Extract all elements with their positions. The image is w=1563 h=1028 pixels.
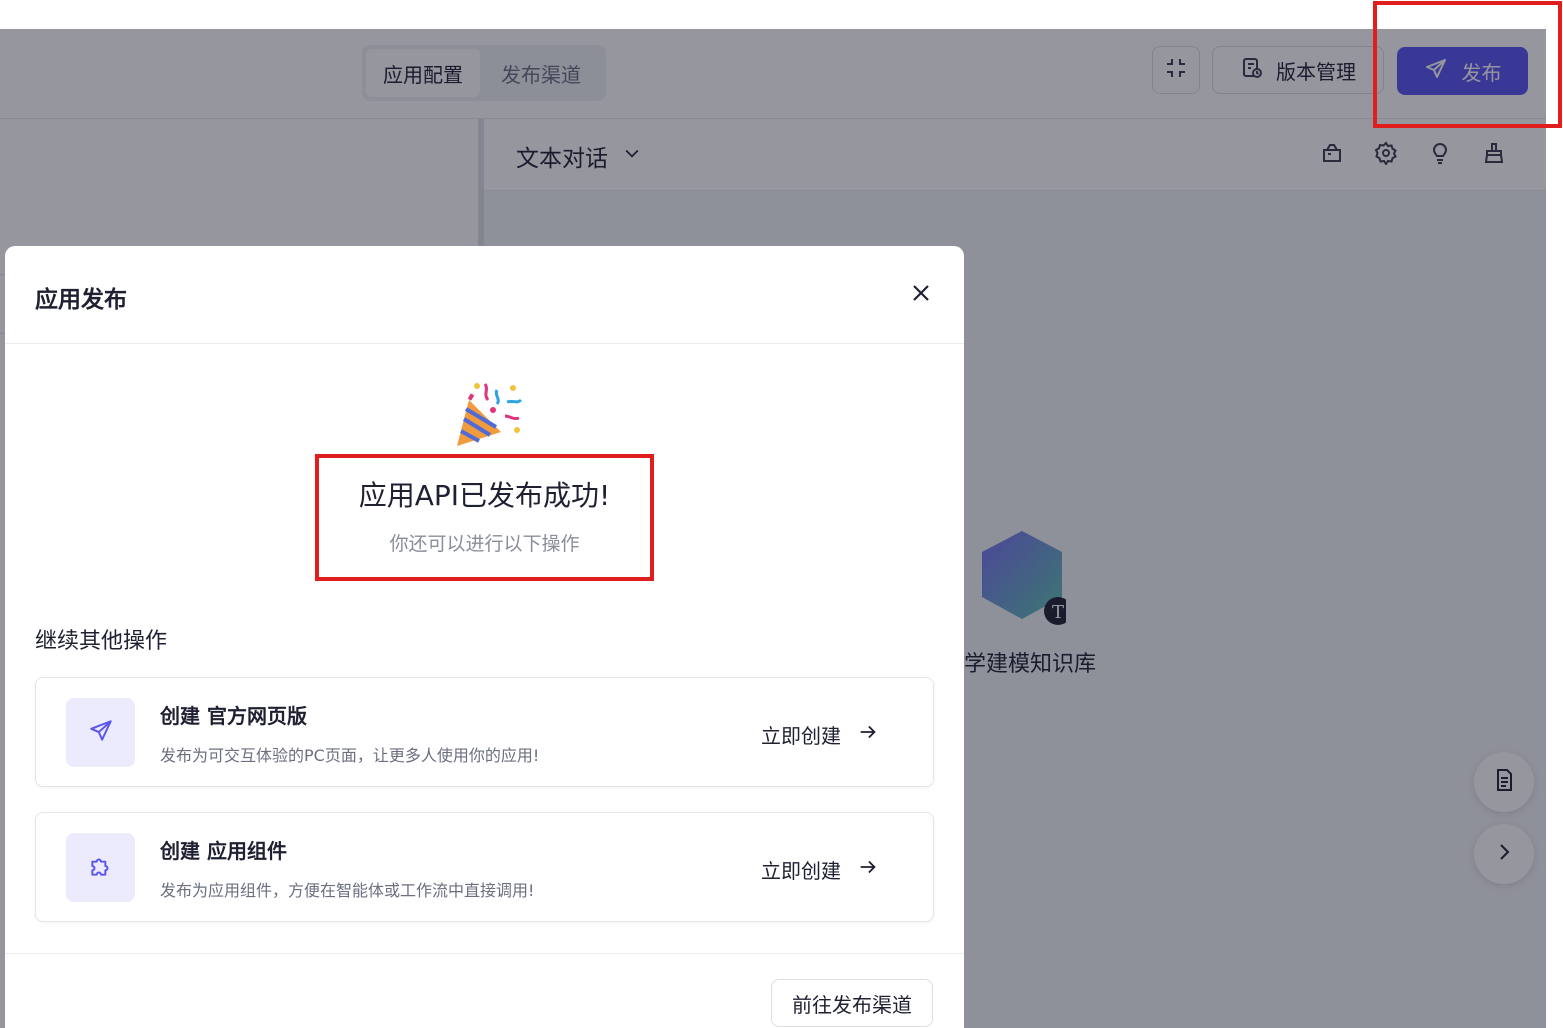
- create-now-button[interactable]: 立即创建: [761, 720, 879, 749]
- option-card-web[interactable]: 创建 官方网页版 发布为可交互体验的PC页面，让更多人使用你的应用! 立即创建: [35, 677, 934, 787]
- party-popper-icon: [453, 376, 525, 448]
- create-now-button[interactable]: 立即创建: [761, 855, 879, 884]
- puzzle-icon: [88, 853, 114, 883]
- option-title: 创建 应用组件: [160, 839, 287, 863]
- dialog-footer: 前往发布渠道: [5, 953, 964, 1028]
- create-now-label: 立即创建: [761, 724, 841, 748]
- close-button[interactable]: [905, 279, 937, 311]
- section-title: 继续其他操作: [35, 629, 168, 654]
- option-description: 发布为应用组件，方便在智能体或工作流中直接调用!: [160, 881, 535, 900]
- option-icon-box: [66, 833, 135, 902]
- dialog-title: 应用发布: [35, 287, 127, 313]
- arrow-right-icon: [857, 856, 879, 883]
- goto-publish-channel-button[interactable]: 前往发布渠道: [771, 979, 933, 1027]
- option-icon-box: [66, 698, 135, 767]
- option-title: 创建 官方网页版: [160, 704, 307, 728]
- arrow-right-icon: [857, 721, 879, 748]
- option-card-widget[interactable]: 创建 应用组件 发布为应用组件，方便在智能体或工作流中直接调用! 立即创建: [35, 812, 934, 922]
- dialog-header: 应用发布: [5, 246, 964, 344]
- publish-dialog: 应用发布 应用API已发布成功! 你还可以进行以下操作 继续其他操作 创建 官方…: [5, 246, 964, 1028]
- create-now-label: 立即创建: [761, 859, 841, 883]
- annotation-box-success: [315, 454, 654, 581]
- option-description: 发布为可交互体验的PC页面，让更多人使用你的应用!: [160, 746, 540, 765]
- close-icon: [909, 281, 933, 309]
- annotation-box-publish: [1373, 1, 1562, 128]
- send-icon: [88, 718, 114, 748]
